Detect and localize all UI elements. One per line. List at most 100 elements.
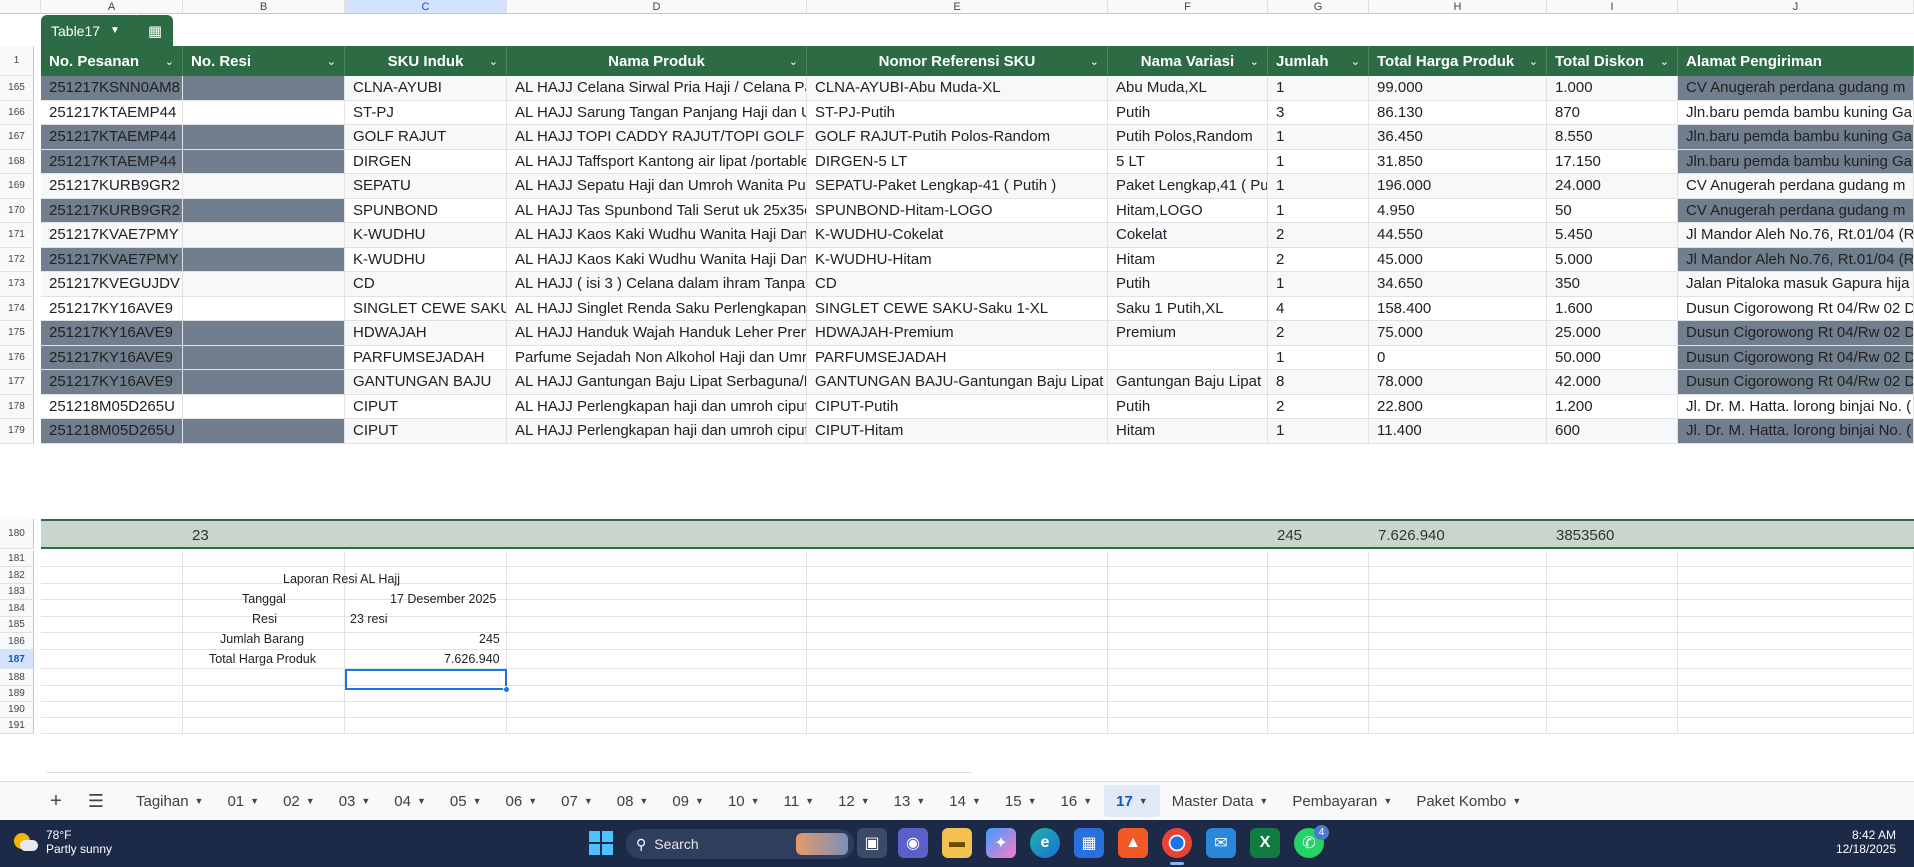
cell-total-harga[interactable]: 34.650 — [1369, 272, 1547, 297]
cell-nomor-referensi-sku[interactable]: CIPUT-Hitam — [807, 419, 1108, 444]
empty-cell[interactable] — [1369, 567, 1547, 584]
empty-cell[interactable] — [1268, 617, 1369, 633]
cell-total-diskon[interactable]: 350 — [1547, 272, 1678, 297]
cell-no-resi[interactable] — [183, 198, 345, 223]
clock-date[interactable]: 12/18/2025 — [1836, 842, 1896, 856]
empty-cell[interactable] — [1678, 702, 1914, 718]
cell-total-diskon[interactable]: 5.000 — [1547, 247, 1678, 272]
row-number[interactable]: 184 — [0, 600, 34, 617]
caret-down-icon[interactable]: ▼ — [695, 796, 704, 806]
cell-total-harga[interactable]: 4.950 — [1369, 198, 1547, 223]
sheet-tab-02[interactable]: 02 ▼ — [271, 785, 327, 817]
cell-alamat[interactable]: Dusun Cigorowong Rt 04/Rw 02 D — [1678, 296, 1914, 321]
cell-nama-produk[interactable]: AL HAJJ Sarung Tangan Panjang Haji dan U — [507, 100, 807, 125]
cell-nama-variasi[interactable]: Cokelat — [1108, 223, 1268, 248]
cell-nama-variasi[interactable]: Hitam,LOGO — [1108, 198, 1268, 223]
cell-jumlah[interactable]: 1 — [1268, 272, 1369, 297]
sheet-tab-05[interactable]: 05 ▼ — [438, 785, 494, 817]
caret-down-icon[interactable]: ▼ — [584, 796, 593, 806]
empty-cell[interactable] — [807, 702, 1108, 718]
empty-cell[interactable] — [507, 617, 807, 633]
empty-cell[interactable] — [807, 584, 1108, 600]
file-explorer-icon[interactable]: ▬ — [942, 828, 972, 858]
cell-nama-produk[interactable]: AL HAJJ Tas Spunbond Tali Serut uk 25x35… — [507, 198, 807, 223]
cell-alamat[interactable]: Dusun Cigorowong Rt 04/Rw 02 D — [1678, 321, 1914, 346]
cell-no-pesanan[interactable]: 251217KY16AVE9 — [41, 370, 183, 395]
cell-total-harga[interactable]: 0 — [1369, 345, 1547, 370]
cell-nama-variasi[interactable]: Premium — [1108, 321, 1268, 346]
column-header-j[interactable]: J — [1678, 0, 1914, 14]
empty-cell[interactable] — [183, 686, 345, 702]
table-total-row[interactable] — [41, 519, 1914, 549]
cell-no-resi[interactable] — [183, 345, 345, 370]
cell-jumlah[interactable]: 8 — [1268, 370, 1369, 395]
cell-total-diskon[interactable]: 600 — [1547, 419, 1678, 444]
report-resi-label[interactable]: Resi — [252, 612, 277, 626]
empty-cell[interactable] — [1547, 650, 1678, 669]
row-number[interactable]: 177 — [0, 370, 34, 395]
row-number[interactable]: 171 — [0, 223, 34, 248]
header-alamat-pengiriman[interactable]: Alamat Pengiriman — [1678, 46, 1914, 76]
cell-no-resi[interactable] — [183, 419, 345, 444]
empty-cell[interactable] — [1108, 551, 1268, 567]
empty-cell[interactable] — [807, 551, 1108, 567]
cell-total-diskon[interactable]: 17.150 — [1547, 149, 1678, 174]
filter-chevron-icon[interactable]: ⌄ — [1090, 55, 1099, 68]
cell-no-pesanan[interactable]: 251218M05D265U — [41, 394, 183, 419]
cell-alamat[interactable]: Jl Mandor Aleh No.76, Rt.01/04 (R — [1678, 223, 1914, 248]
empty-cell[interactable] — [1369, 551, 1547, 567]
report-total-label[interactable]: Total Harga Produk — [209, 652, 316, 666]
cell-sku-induk[interactable]: HDWAJAH — [345, 321, 507, 346]
cell-total-harga[interactable]: 75.000 — [1369, 321, 1547, 346]
cell-nomor-referensi-sku[interactable]: CLNA-AYUBI-Abu Muda-XL — [807, 76, 1108, 101]
cell-no-pesanan[interactable]: 251217KY16AVE9 — [41, 345, 183, 370]
cell-no-resi[interactable] — [183, 296, 345, 321]
sheet-tab-paket-kombo[interactable]: Paket Kombo ▼ — [1404, 785, 1533, 817]
total-resi-count[interactable]: 23 — [192, 527, 209, 544]
total-diskon[interactable]: 3853560 — [1556, 527, 1614, 544]
cell-nama-produk[interactable]: AL HAJJ Singlet Renda Saku Perlengkapan … — [507, 296, 807, 321]
row-number[interactable]: 170 — [0, 198, 34, 223]
empty-cell[interactable] — [1678, 617, 1914, 633]
cell-alamat[interactable]: Jln.baru pemda bambu kuning Ga — [1678, 125, 1914, 150]
cell-total-harga[interactable]: 11.400 — [1369, 419, 1547, 444]
empty-cell[interactable] — [1369, 600, 1547, 617]
clock-time[interactable]: 8:42 AM — [1836, 828, 1896, 842]
cell-sku-induk[interactable]: CIPUT — [345, 419, 507, 444]
cell-nama-variasi[interactable]: Gantungan Baju Lipat — [1108, 370, 1268, 395]
cell-no-pesanan[interactable]: 251217KTAEMP44 — [41, 125, 183, 150]
sheet-tab-13[interactable]: 13 ▼ — [882, 785, 938, 817]
cell-no-pesanan[interactable]: 251217KVAE7PMY — [41, 223, 183, 248]
sheet-tab-master-data[interactable]: Master Data ▼ — [1160, 785, 1281, 817]
filter-chevron-icon[interactable]: ⌄ — [1529, 55, 1538, 68]
cell-total-harga[interactable]: 78.000 — [1369, 370, 1547, 395]
cell-no-pesanan[interactable]: 251217KTAEMP44 — [41, 100, 183, 125]
empty-cell[interactable] — [1268, 650, 1369, 669]
corner-select-all[interactable] — [0, 0, 41, 14]
cell-jumlah[interactable]: 1 — [1268, 149, 1369, 174]
empty-cell[interactable] — [41, 600, 183, 617]
empty-cell[interactable] — [1547, 567, 1678, 584]
empty-cell[interactable] — [41, 650, 183, 669]
column-header-d[interactable]: D — [507, 0, 807, 14]
caret-down-icon[interactable]: ▼ — [916, 796, 925, 806]
report-title[interactable]: Laporan Resi AL Hajj — [283, 572, 400, 586]
caret-down-icon[interactable]: ▼ — [639, 796, 648, 806]
empty-cell[interactable] — [1678, 633, 1914, 650]
cell-total-diskon[interactable]: 8.550 — [1547, 125, 1678, 150]
column-header-a[interactable]: A — [41, 0, 183, 14]
cell-alamat[interactable]: CV Anugerah perdana gudang m — [1678, 198, 1914, 223]
empty-cell[interactable] — [1369, 650, 1547, 669]
cell-sku-induk[interactable]: GOLF RAJUT — [345, 125, 507, 150]
cell-total-diskon[interactable]: 24.000 — [1547, 174, 1678, 199]
row-number[interactable]: 188 — [0, 669, 34, 686]
cell-no-resi[interactable] — [183, 272, 345, 297]
header-total-harga-produk[interactable]: Total Harga Produk ⌄ — [1369, 46, 1547, 76]
cell-sku-induk[interactable]: K-WUDHU — [345, 223, 507, 248]
empty-cell[interactable] — [1547, 633, 1678, 650]
empty-cell[interactable] — [1108, 567, 1268, 584]
empty-cell[interactable] — [507, 551, 807, 567]
empty-cell[interactable] — [1268, 718, 1369, 734]
cell-nama-variasi[interactable]: Putih Polos,Random — [1108, 125, 1268, 150]
cell-nama-produk[interactable]: AL HAJJ Perlengkapan haji dan umroh cipu… — [507, 394, 807, 419]
